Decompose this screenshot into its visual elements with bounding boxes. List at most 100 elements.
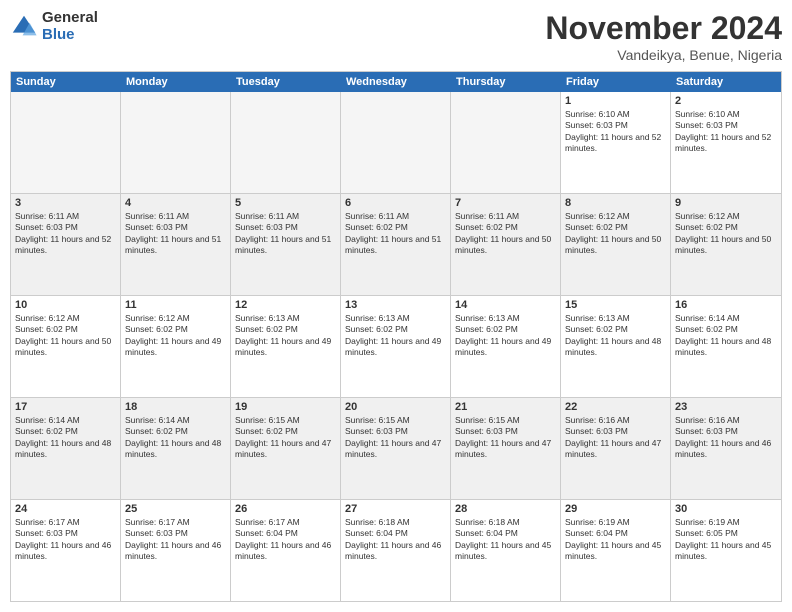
day-cell-29: 29Sunrise: 6:19 AMSunset: 6:04 PMDayligh… bbox=[561, 500, 671, 601]
day-number: 23 bbox=[675, 401, 777, 413]
day-number: 1 bbox=[565, 95, 666, 107]
day-cell-15: 15Sunrise: 6:13 AMSunset: 6:02 PMDayligh… bbox=[561, 296, 671, 397]
title-block: November 2024 Vandeikya, Benue, Nigeria bbox=[545, 10, 782, 63]
logo-blue-text: Blue bbox=[42, 27, 98, 44]
day-info: Sunrise: 6:14 AMSunset: 6:02 PMDaylight:… bbox=[15, 415, 116, 461]
day-number: 21 bbox=[455, 401, 556, 413]
day-info: Sunrise: 6:10 AMSunset: 6:03 PMDaylight:… bbox=[565, 109, 666, 155]
day-cell-2: 2 Sunrise: 6:10 AMSunset: 6:03 PMDaylight… bbox=[671, 92, 781, 193]
day-info: Sunrise: 6:18 AMSunset: 6:04 PMDaylight:… bbox=[455, 517, 556, 563]
day-number: 12 bbox=[235, 299, 336, 311]
empty-cell bbox=[121, 92, 231, 193]
day-number: 14 bbox=[455, 299, 556, 311]
weekday-header-wednesday: Wednesday bbox=[341, 72, 451, 92]
day-info: Sunrise: 6:11 AMSunset: 6:03 PMDaylight:… bbox=[15, 211, 116, 257]
day-info: Sunrise: 6:15 AMSunset: 6:03 PMDaylight:… bbox=[345, 415, 446, 461]
calendar-row-3: 17 Sunrise: 6:14 AMSunset: 6:02 PMDayligh… bbox=[11, 398, 781, 500]
day-cell-16: 16Sunrise: 6:14 AMSunset: 6:02 PMDayligh… bbox=[671, 296, 781, 397]
day-number: 5 bbox=[235, 197, 336, 209]
day-info: Sunrise: 6:18 AMSunset: 6:04 PMDaylight:… bbox=[345, 517, 446, 563]
day-info: Sunrise: 6:12 AMSunset: 6:02 PMDaylight:… bbox=[675, 211, 777, 257]
day-number: 4 bbox=[125, 197, 226, 209]
day-info: Sunrise: 6:11 AMSunset: 6:02 PMDaylight:… bbox=[455, 211, 556, 257]
day-cell-11: 11 Sunrise: 6:12 AMSunset: 6:02 PMDayligh… bbox=[121, 296, 231, 397]
day-cell-30: 30Sunrise: 6:19 AMSunset: 6:05 PMDayligh… bbox=[671, 500, 781, 601]
day-cell-12: 12 Sunrise: 6:13 AMSunset: 6:02 PMDayligh… bbox=[231, 296, 341, 397]
day-info: Sunrise: 6:11 AMSunset: 6:03 PMDaylight:… bbox=[235, 211, 336, 257]
day-info: Sunrise: 6:17 AMSunset: 6:04 PMDaylight:… bbox=[235, 517, 336, 563]
day-cell-6: 6 Sunrise: 6:11 AMSunset: 6:02 PMDaylight… bbox=[341, 194, 451, 295]
day-cell-18: 18 Sunrise: 6:14 AMSunset: 6:02 PMDayligh… bbox=[121, 398, 231, 499]
day-cell-14: 14Sunrise: 6:13 AMSunset: 6:02 PMDayligh… bbox=[451, 296, 561, 397]
day-number: 26 bbox=[235, 503, 336, 515]
day-cell-3: 3 Sunrise: 6:11 AMSunset: 6:03 PMDaylight… bbox=[11, 194, 121, 295]
calendar-row-1: 3 Sunrise: 6:11 AMSunset: 6:03 PMDaylight… bbox=[11, 194, 781, 296]
day-cell-27: 27Sunrise: 6:18 AMSunset: 6:04 PMDayligh… bbox=[341, 500, 451, 601]
day-info: Sunrise: 6:16 AMSunset: 6:03 PMDaylight:… bbox=[675, 415, 777, 461]
month-title: November 2024 bbox=[545, 10, 782, 47]
day-info: Sunrise: 6:17 AMSunset: 6:03 PMDaylight:… bbox=[15, 517, 116, 563]
day-info: Sunrise: 6:13 AMSunset: 6:02 PMDaylight:… bbox=[565, 313, 666, 359]
day-info: Sunrise: 6:12 AMSunset: 6:02 PMDaylight:… bbox=[565, 211, 666, 257]
weekday-header-saturday: Saturday bbox=[671, 72, 781, 92]
day-cell-26: 26 Sunrise: 6:17 AMSunset: 6:04 PMDayligh… bbox=[231, 500, 341, 601]
calendar: SundayMondayTuesdayWednesdayThursdayFrid… bbox=[10, 71, 782, 602]
day-info: Sunrise: 6:12 AMSunset: 6:02 PMDaylight:… bbox=[15, 313, 116, 359]
day-cell-8: 8 Sunrise: 6:12 AMSunset: 6:02 PMDaylight… bbox=[561, 194, 671, 295]
day-cell-22: 22Sunrise: 6:16 AMSunset: 6:03 PMDayligh… bbox=[561, 398, 671, 499]
day-info: Sunrise: 6:13 AMSunset: 6:02 PMDaylight:… bbox=[235, 313, 336, 359]
day-number: 17 bbox=[15, 401, 116, 413]
day-info: Sunrise: 6:11 AMSunset: 6:03 PMDaylight:… bbox=[125, 211, 226, 257]
empty-cell bbox=[231, 92, 341, 193]
day-number: 8 bbox=[565, 197, 666, 209]
day-number: 3 bbox=[15, 197, 116, 209]
day-cell-21: 21 Sunrise: 6:15 AMSunset: 6:03 PMDayligh… bbox=[451, 398, 561, 499]
logo-icon bbox=[10, 13, 38, 41]
weekday-header-monday: Monday bbox=[121, 72, 231, 92]
weekday-header-tuesday: Tuesday bbox=[231, 72, 341, 92]
day-cell-7: 7 Sunrise: 6:11 AMSunset: 6:02 PMDaylight… bbox=[451, 194, 561, 295]
calendar-header: SundayMondayTuesdayWednesdayThursdayFrid… bbox=[11, 72, 781, 92]
day-info: Sunrise: 6:17 AMSunset: 6:03 PMDaylight:… bbox=[125, 517, 226, 563]
day-info: Sunrise: 6:14 AMSunset: 6:02 PMDaylight:… bbox=[125, 415, 226, 461]
weekday-header-sunday: Sunday bbox=[11, 72, 121, 92]
day-number: 20 bbox=[345, 401, 446, 413]
day-cell-1: 1 Sunrise: 6:10 AMSunset: 6:03 PMDaylight… bbox=[561, 92, 671, 193]
day-number: 19 bbox=[235, 401, 336, 413]
logo-general-text: General bbox=[42, 10, 98, 27]
calendar-row-0: 1 Sunrise: 6:10 AMSunset: 6:03 PMDaylight… bbox=[11, 92, 781, 194]
page: General Blue November 2024 Vandeikya, Be… bbox=[0, 0, 792, 612]
day-cell-20: 20 Sunrise: 6:15 AMSunset: 6:03 PMDayligh… bbox=[341, 398, 451, 499]
day-number: 25 bbox=[125, 503, 226, 515]
header: General Blue November 2024 Vandeikya, Be… bbox=[10, 10, 782, 63]
day-number: 16 bbox=[675, 299, 777, 311]
day-number: 18 bbox=[125, 401, 226, 413]
day-info: Sunrise: 6:16 AMSunset: 6:03 PMDaylight:… bbox=[565, 415, 666, 461]
day-cell-9: 9Sunrise: 6:12 AMSunset: 6:02 PMDaylight… bbox=[671, 194, 781, 295]
day-cell-10: 10Sunrise: 6:12 AMSunset: 6:02 PMDayligh… bbox=[11, 296, 121, 397]
day-number: 2 bbox=[675, 95, 777, 107]
day-info: Sunrise: 6:10 AMSunset: 6:03 PMDaylight:… bbox=[675, 109, 777, 155]
day-info: Sunrise: 6:11 AMSunset: 6:02 PMDaylight:… bbox=[345, 211, 446, 257]
day-cell-13: 13Sunrise: 6:13 AMSunset: 6:02 PMDayligh… bbox=[341, 296, 451, 397]
day-info: Sunrise: 6:12 AMSunset: 6:02 PMDaylight:… bbox=[125, 313, 226, 359]
calendar-row-4: 24 Sunrise: 6:17 AMSunset: 6:03 PMDayligh… bbox=[11, 500, 781, 601]
day-info: Sunrise: 6:15 AMSunset: 6:03 PMDaylight:… bbox=[455, 415, 556, 461]
day-cell-17: 17 Sunrise: 6:14 AMSunset: 6:02 PMDayligh… bbox=[11, 398, 121, 499]
day-cell-25: 25 Sunrise: 6:17 AMSunset: 6:03 PMDayligh… bbox=[121, 500, 231, 601]
empty-cell bbox=[451, 92, 561, 193]
day-cell-19: 19 Sunrise: 6:15 AMSunset: 6:02 PMDayligh… bbox=[231, 398, 341, 499]
day-info: Sunrise: 6:19 AMSunset: 6:04 PMDaylight:… bbox=[565, 517, 666, 563]
day-info: Sunrise: 6:15 AMSunset: 6:02 PMDaylight:… bbox=[235, 415, 336, 461]
day-number: 28 bbox=[455, 503, 556, 515]
day-info: Sunrise: 6:13 AMSunset: 6:02 PMDaylight:… bbox=[345, 313, 446, 359]
day-cell-5: 5 Sunrise: 6:11 AMSunset: 6:03 PMDaylight… bbox=[231, 194, 341, 295]
weekday-header-thursday: Thursday bbox=[451, 72, 561, 92]
calendar-body: 1 Sunrise: 6:10 AMSunset: 6:03 PMDaylight… bbox=[11, 92, 781, 601]
day-cell-23: 23 Sunrise: 6:16 AMSunset: 6:03 PMDayligh… bbox=[671, 398, 781, 499]
day-number: 11 bbox=[125, 299, 226, 311]
day-number: 7 bbox=[455, 197, 556, 209]
day-number: 6 bbox=[345, 197, 446, 209]
day-info: Sunrise: 6:19 AMSunset: 6:05 PMDaylight:… bbox=[675, 517, 777, 563]
day-number: 24 bbox=[15, 503, 116, 515]
